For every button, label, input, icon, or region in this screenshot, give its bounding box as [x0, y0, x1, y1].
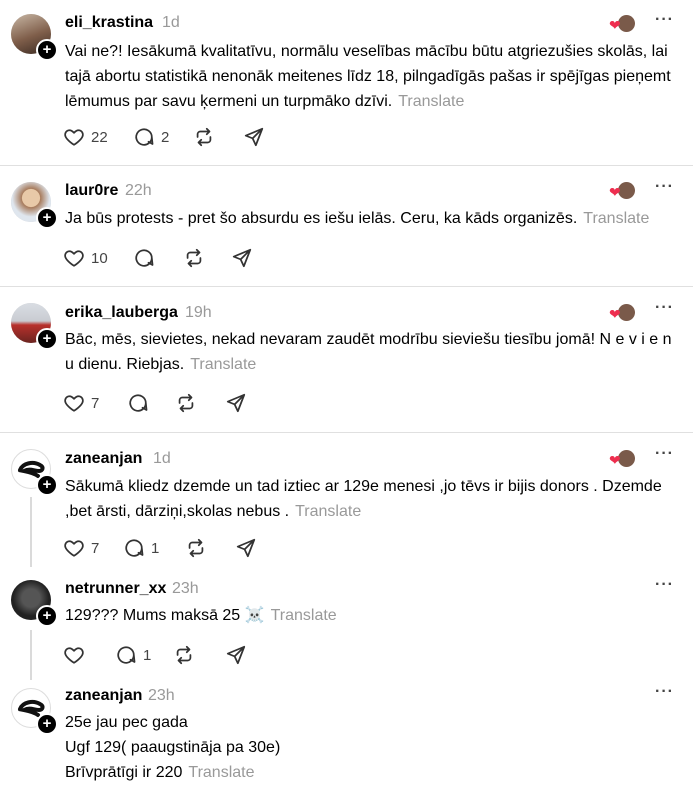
follow-plus-icon[interactable]: +	[36, 474, 58, 496]
translate-link[interactable]: Translate	[271, 607, 337, 624]
reply-count: 1	[151, 539, 160, 557]
more-options-icon[interactable]: ···	[655, 683, 674, 701]
reply-icon	[115, 644, 137, 666]
timestamp[interactable]: 23h	[148, 687, 175, 705]
post-text: 129??? Mums maksā 25 ☠️ Translate	[65, 607, 337, 624]
repost-button[interactable]	[193, 125, 215, 149]
more-options-icon[interactable]: ···	[655, 576, 674, 594]
share-icon	[225, 392, 247, 414]
username[interactable]: netrunner_xx	[65, 580, 166, 598]
avatar[interactable]: +	[11, 14, 58, 61]
reply-button[interactable]	[133, 246, 155, 270]
follow-plus-icon[interactable]: +	[36, 207, 58, 229]
translate-link[interactable]: Translate	[190, 356, 256, 373]
liked-by-author-icon: ❤	[609, 304, 635, 322]
repost-button[interactable]	[185, 536, 207, 560]
share-icon	[231, 247, 253, 269]
timestamp[interactable]: 1d	[153, 450, 171, 468]
post-text: 25e jau pec gada Ugf 129( paaugstināja p…	[65, 714, 281, 781]
reply-button[interactable]	[127, 391, 149, 415]
like-button[interactable]: 7	[63, 391, 99, 415]
liked-by-author-icon: ❤	[609, 450, 635, 468]
heart-icon	[63, 644, 85, 666]
repost-icon	[193, 126, 215, 148]
timestamp[interactable]: 22h	[125, 182, 152, 200]
like-count: 10	[91, 249, 108, 267]
reply-count: 1	[143, 646, 152, 664]
username[interactable]: erika_lauberga	[65, 304, 178, 322]
like-button[interactable]: 10	[63, 246, 108, 270]
more-options-icon[interactable]: ···	[655, 299, 674, 317]
more-options-icon[interactable]: ···	[655, 178, 674, 196]
share-button[interactable]	[231, 246, 253, 270]
heart-icon	[63, 537, 85, 559]
translate-link[interactable]: Translate	[295, 503, 361, 520]
liked-by-author-icon: ❤	[609, 15, 635, 33]
reply-button[interactable]: 1	[115, 643, 151, 667]
avatar[interactable]: +	[11, 580, 58, 627]
avatar[interactable]: +	[11, 303, 58, 350]
like-button[interactable]: 7	[63, 536, 99, 560]
timestamp[interactable]: 19h	[185, 304, 212, 322]
post-netrunner-xx: + netrunner_xx 23h ··· 129??? Mums maksā…	[0, 568, 693, 678]
heart-icon	[63, 247, 85, 269]
username[interactable]: zaneanjan	[65, 450, 142, 468]
share-button[interactable]	[225, 643, 247, 667]
reply-button[interactable]: 1	[123, 536, 159, 560]
share-button[interactable]	[235, 536, 257, 560]
like-button[interactable]: 22	[63, 125, 108, 149]
translate-link[interactable]: Translate	[583, 210, 649, 227]
like-count: 7	[91, 539, 100, 557]
share-button[interactable]	[243, 125, 265, 149]
follow-plus-icon[interactable]: +	[36, 713, 58, 735]
reply-icon	[123, 537, 145, 559]
heart-icon	[63, 392, 85, 414]
share-icon	[235, 537, 257, 559]
post-text: Ja būs protests - pret šo absurdu es ieš…	[65, 210, 650, 227]
post-text: Sākumā kliedz dzemde un tad iztiec ar 12…	[65, 478, 662, 520]
username[interactable]: eli_krastina	[65, 14, 153, 32]
reply-count: 2	[161, 128, 170, 146]
avatar[interactable]: +	[11, 449, 58, 496]
liked-by-author-icon: ❤	[609, 182, 635, 200]
repost-button[interactable]	[175, 391, 197, 415]
post-zaneanjan: + zaneanjan 1d ❤ ··· Sākumā kliedz dzemd…	[0, 433, 693, 568]
post-text: Vai ne?! Iesākumā kvalitatīvu, normālu v…	[65, 43, 671, 110]
timestamp[interactable]: 23h	[172, 580, 199, 598]
like-count: 22	[91, 128, 108, 146]
post-eli-krastina: + eli_krastina 1d ❤ ··· Vai ne?! Iesākum…	[0, 0, 693, 165]
post-laur0re: + laur0re 22h ❤ ··· Ja būs protests - pr…	[0, 166, 693, 286]
repost-button[interactable]	[173, 643, 195, 667]
follow-plus-icon[interactable]: +	[36, 39, 58, 61]
reply-icon	[127, 392, 149, 414]
post-erika-lauberga: + erika_lauberga 19h ❤ ··· Bāc, mēs, sie…	[0, 287, 693, 432]
reply-icon	[133, 126, 155, 148]
avatar[interactable]: +	[11, 688, 58, 735]
translate-link[interactable]: Translate	[188, 764, 254, 781]
more-options-icon[interactable]: ···	[655, 445, 674, 463]
follow-plus-icon[interactable]: +	[36, 605, 58, 627]
like-count: 7	[91, 394, 100, 412]
share-button[interactable]	[225, 391, 247, 415]
share-icon	[225, 644, 247, 666]
post-text: Bāc, mēs, sievietes, nekad nevaram zaudē…	[65, 331, 672, 373]
post-zaneanjan-reply: + zaneanjan 23h ··· 25e jau pec gada Ugf…	[0, 678, 693, 781]
translate-link[interactable]: Translate	[398, 93, 464, 110]
repost-icon	[185, 537, 207, 559]
repost-icon	[183, 247, 205, 269]
reply-icon	[133, 247, 155, 269]
username[interactable]: zaneanjan	[65, 687, 142, 705]
like-button[interactable]	[63, 643, 85, 667]
reply-button[interactable]: 2	[133, 125, 169, 149]
repost-button[interactable]	[183, 246, 205, 270]
heart-icon	[63, 126, 85, 148]
follow-plus-icon[interactable]: +	[36, 328, 58, 350]
avatar[interactable]: +	[11, 182, 58, 229]
timestamp[interactable]: 1d	[162, 14, 180, 32]
repost-icon	[175, 392, 197, 414]
more-options-icon[interactable]: ···	[655, 11, 674, 29]
repost-icon	[173, 644, 195, 666]
share-icon	[243, 126, 265, 148]
username[interactable]: laur0re	[65, 182, 118, 200]
